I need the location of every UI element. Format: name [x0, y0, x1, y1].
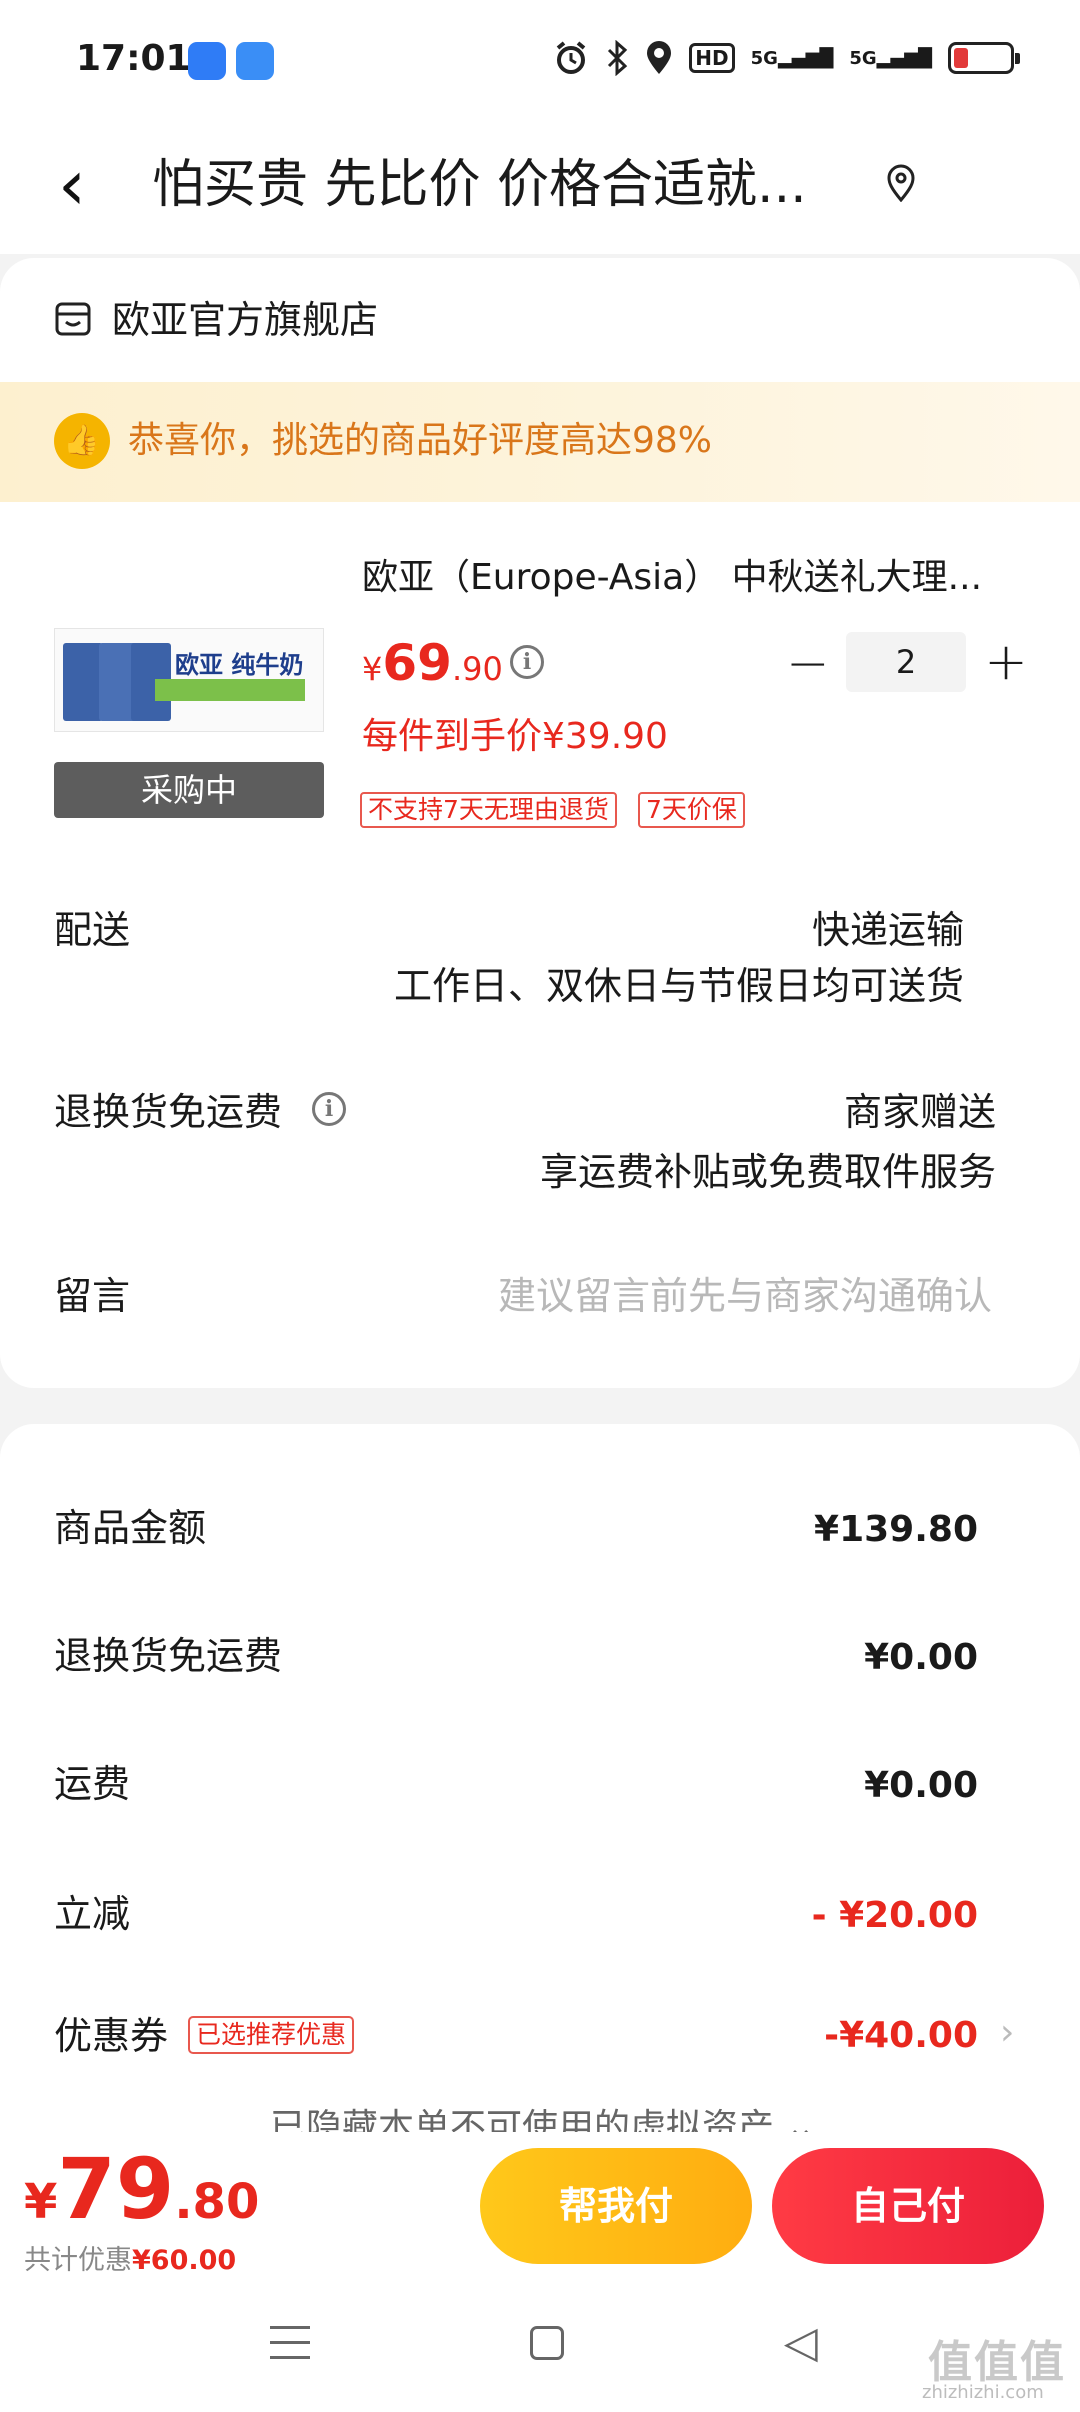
- app-notification-icon: [236, 42, 274, 80]
- network-label: 5G: [750, 47, 778, 69]
- pay-myself-button[interactable]: 自己付: [772, 2148, 1044, 2264]
- no-return-tag: 不支持7天无理由退货: [360, 792, 617, 828]
- product-name[interactable]: 欧亚（Europe-Asia） 中秋送礼大理...: [362, 555, 1002, 601]
- hd-icon: HD: [689, 43, 735, 73]
- promo-text: 恭喜你，挑选的商品好评度高达98%: [128, 420, 713, 461]
- price-info-icon[interactable]: i: [510, 645, 544, 679]
- total-discount: 共计优惠¥60.00: [24, 2238, 236, 2277]
- location-pin-icon[interactable]: [886, 164, 916, 202]
- delivery-method[interactable]: 快递运输: [812, 906, 964, 954]
- total-symbol: ¥: [24, 2174, 58, 2230]
- home-icon[interactable]: [530, 2326, 564, 2360]
- thumbs-up-icon: 👍: [54, 413, 110, 469]
- 5g-signal-icon: 5G▂▄▆█: [849, 47, 932, 69]
- goods-amount-value: ¥139.80: [814, 1509, 978, 1550]
- total-discount-label: 共计优惠: [24, 2245, 132, 2276]
- location-icon: [647, 41, 672, 74]
- price-integer: 69: [382, 634, 452, 692]
- return-fee-label: 退换货免运费: [54, 1634, 283, 1678]
- delivery-days: 工作日、双休日与节假日均可送货: [393, 964, 964, 1008]
- shipping-label: 运费: [54, 1762, 131, 1806]
- message-input[interactable]: [432, 1268, 992, 1324]
- return-fee-value: ¥0.00: [864, 1637, 978, 1678]
- price-symbol: ¥: [362, 650, 383, 688]
- instant-discount-value: - ¥20.00: [811, 1895, 978, 1936]
- total-integer: 79: [57, 2140, 175, 2238]
- quantity-decrease-button[interactable]: −: [786, 636, 830, 692]
- message-label: 留言: [54, 1274, 131, 1318]
- status-time: 17:01: [76, 38, 191, 79]
- battery-icon: [948, 42, 1020, 74]
- store-icon: [55, 302, 91, 336]
- product-price: ¥69.90: [362, 634, 503, 692]
- watermark-url: zhizhizhi.com: [922, 2382, 1044, 2403]
- coupon-recommended-tag: 已选推荐优惠: [188, 2016, 355, 2054]
- return-shipping-gift: 商家赠送: [843, 1090, 996, 1134]
- network-label: 5G: [849, 47, 877, 69]
- app-notification-icon: [188, 42, 226, 80]
- purchase-status-badge: 采购中: [54, 762, 324, 818]
- help-me-pay-button[interactable]: 帮我付: [480, 2148, 752, 2264]
- watermark: 值值值: [928, 2337, 1066, 2388]
- quantity-increase-button[interactable]: +: [984, 632, 1028, 692]
- return-info-icon[interactable]: i: [312, 1092, 346, 1126]
- total-decimal: .80: [174, 2174, 260, 2230]
- page-title: 怕买贵 先比价 价格合适就...: [152, 155, 807, 215]
- return-shipping-label: 退换货免运费: [54, 1090, 283, 1134]
- coupon-label[interactable]: 优惠券: [54, 2012, 168, 2060]
- quantity-value[interactable]: 2: [846, 632, 966, 692]
- back-triangle-icon[interactable]: ◁: [784, 2318, 818, 2368]
- back-arrow-icon[interactable]: ‹: [58, 150, 86, 220]
- product-image-brand: 欧亚 纯牛奶: [175, 651, 304, 679]
- goods-amount-label: 商品金额: [54, 1506, 207, 1550]
- unit-price: 每件到手价¥39.90: [362, 716, 668, 757]
- coupon-value[interactable]: -¥40.00: [824, 2012, 978, 2060]
- delivery-label: 配送: [54, 908, 131, 952]
- instant-discount-label: 立减: [54, 1892, 131, 1936]
- total-discount-value: ¥60.00: [132, 2245, 237, 2276]
- alarm-icon: [557, 41, 586, 74]
- store-name[interactable]: 欧亚官方旗舰店: [112, 297, 378, 343]
- price-decimal: .90: [451, 650, 503, 688]
- price-protection-tag: 7天价保: [638, 792, 745, 828]
- bluetooth-icon: [608, 40, 628, 76]
- 5g-signal-icon: 5G▂▄▆█: [750, 47, 834, 69]
- recent-apps-icon[interactable]: [270, 2326, 310, 2360]
- return-shipping-service: 享运费补贴或免费取件服务: [539, 1150, 996, 1194]
- product-image[interactable]: 欧亚 纯牛奶: [54, 628, 324, 732]
- shipping-value: ¥0.00: [864, 1765, 978, 1806]
- status-icons: HD 5G▂▄▆█ 5G▂▄▆█: [553, 40, 1020, 76]
- chevron-right-icon[interactable]: ›: [1000, 2012, 1014, 2053]
- total-price: ¥79.80: [24, 2140, 259, 2238]
